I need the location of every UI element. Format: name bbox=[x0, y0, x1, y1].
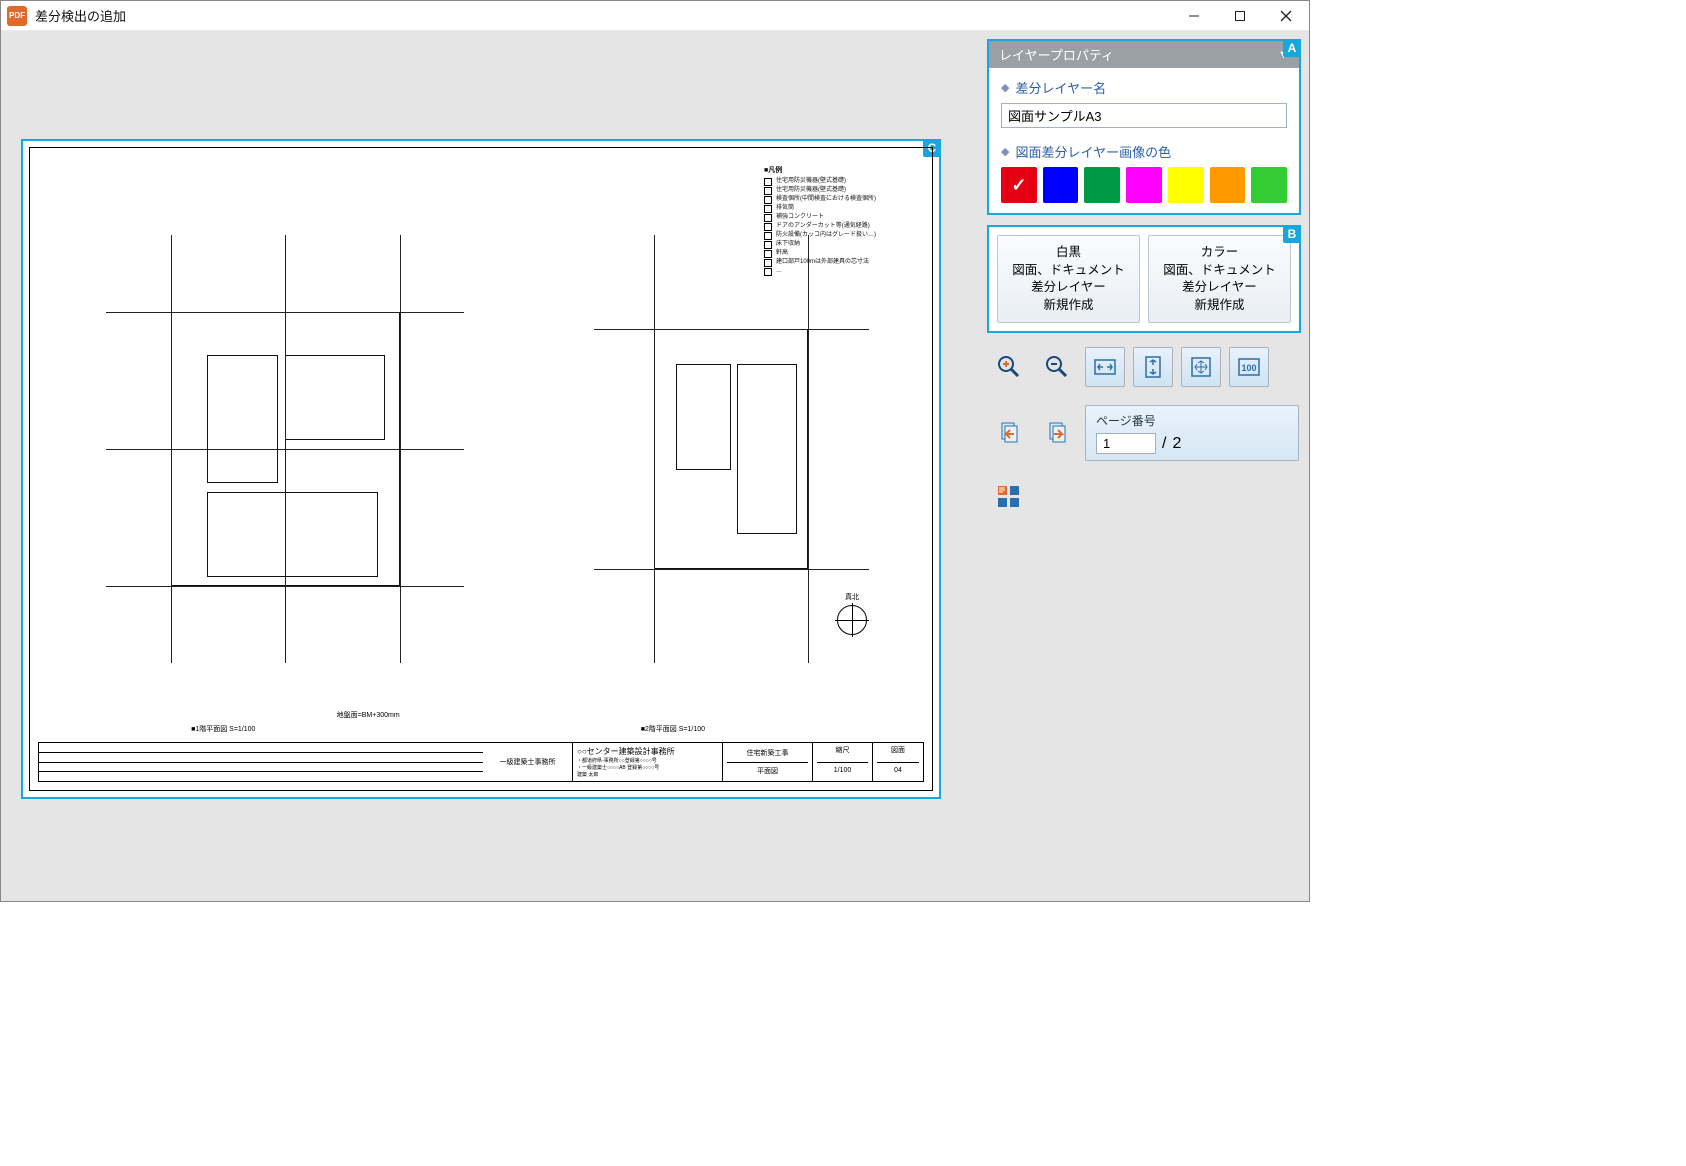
ground-note: 地盤面=BM+300mm bbox=[337, 710, 400, 720]
compass: 真北 bbox=[832, 600, 872, 640]
document-page: C ■凡例 住宅用防災機器(壁式基礎)住宅用防災機器(壁式基礎)検査個所(中間検… bbox=[21, 139, 941, 799]
page-nav: ページ番号 / 2 bbox=[987, 401, 1301, 465]
titlebar: PDF 差分検出の追加 bbox=[1, 1, 1309, 31]
color-swatch[interactable] bbox=[1126, 167, 1162, 203]
tb-drawing: 平面図 bbox=[727, 762, 808, 780]
color-swatch[interactable] bbox=[1168, 167, 1204, 203]
zoom-out-button[interactable] bbox=[1037, 347, 1077, 387]
page-separator: / bbox=[1162, 435, 1166, 453]
layer-properties-panel: A レイヤープロパティ ▼ ◆ 差分レイヤー名 ◆ 図面差分レイヤー画像の色 bbox=[987, 39, 1301, 215]
annotation-badge-b: B bbox=[1283, 225, 1301, 243]
color-swatch[interactable] bbox=[1001, 167, 1037, 203]
floor-plan-2: ■2階平面図 S=1/100 真北 bbox=[550, 168, 912, 730]
thumbnail-view-button[interactable] bbox=[989, 479, 1029, 519]
panel-header[interactable]: レイヤープロパティ ▼ bbox=[989, 41, 1299, 68]
page-border: ■凡例 住宅用防災機器(壁式基礎)住宅用防災機器(壁式基礎)検査個所(中間検査に… bbox=[29, 147, 933, 791]
tb-sheet-value: 04 bbox=[877, 762, 919, 780]
tb-office-name: ○○センター建築設計事務所 ・都道府県-事務所○○登録第○○○○号 ・一級建築士… bbox=[573, 743, 723, 781]
color-swatches bbox=[1001, 167, 1287, 203]
layer-name-label: ◆ 差分レイヤー名 bbox=[1001, 78, 1287, 97]
plan2-caption: ■2階平面図 S=1/100 bbox=[641, 724, 705, 734]
close-button[interactable] bbox=[1263, 1, 1309, 31]
page-total: 2 bbox=[1172, 435, 1181, 453]
tb-project: 住宅新築工事 bbox=[747, 745, 789, 762]
app-body: C ■凡例 住宅用防災機器(壁式基礎)住宅用防災機器(壁式基礎)検査個所(中間検… bbox=[1, 31, 1309, 901]
annotation-badge-a: A bbox=[1283, 39, 1301, 57]
layer-color-label: ◆ 図面差分レイヤー画像の色 bbox=[1001, 142, 1287, 161]
titleblock: 一級建築士事務所 ○○センター建築設計事務所 ・都道府県-事務所○○登録第○○○… bbox=[38, 742, 924, 782]
tb-scale-label: 縮尺 bbox=[836, 745, 850, 762]
fit-page-button[interactable] bbox=[1181, 347, 1221, 387]
app-window: PDF 差分検出の追加 C ■凡例 住宅用防災機器(壁式基礎)住宅用防災機器(壁… bbox=[0, 0, 1310, 902]
svg-text:100: 100 bbox=[1241, 363, 1256, 373]
drawings: ■1階平面図 S=1/100 bbox=[50, 168, 912, 730]
color-swatch[interactable] bbox=[1210, 167, 1246, 203]
color-swatch[interactable] bbox=[1043, 167, 1079, 203]
fit-height-button[interactable] bbox=[1133, 347, 1173, 387]
layer-name-input[interactable] bbox=[1001, 103, 1287, 128]
color-swatch[interactable] bbox=[1251, 167, 1287, 203]
diamond-icon: ◆ bbox=[1001, 145, 1009, 158]
page-number-input[interactable] bbox=[1096, 433, 1156, 454]
canvas-area[interactable]: C ■凡例 住宅用防災機器(壁式基礎)住宅用防災機器(壁式基礎)検査個所(中間検… bbox=[1, 31, 979, 901]
diamond-icon: ◆ bbox=[1001, 81, 1009, 94]
create-bw-layer-button[interactable]: 白黒 図面、ドキュメント 差分レイヤー 新規作成 bbox=[997, 235, 1140, 323]
floor-plan-1: ■1階平面図 S=1/100 bbox=[50, 168, 520, 730]
zoom-tools: 100 bbox=[987, 343, 1301, 391]
page-number-box: ページ番号 / 2 bbox=[1085, 405, 1299, 461]
zoom-100-button[interactable]: 100 bbox=[1229, 347, 1269, 387]
page-number-label: ページ番号 bbox=[1096, 412, 1288, 429]
create-color-layer-button[interactable]: カラー 図面、ドキュメント 差分レイヤー 新規作成 bbox=[1148, 235, 1291, 323]
tb-office-label: 一級建築士事務所 bbox=[483, 743, 573, 781]
color-swatch[interactable] bbox=[1084, 167, 1120, 203]
app-icon: PDF bbox=[7, 6, 27, 26]
window-controls bbox=[1171, 1, 1309, 31]
zoom-in-button[interactable] bbox=[989, 347, 1029, 387]
maximize-button[interactable] bbox=[1217, 1, 1263, 31]
tb-sheet-label: 図面 bbox=[891, 745, 905, 762]
minimize-button[interactable] bbox=[1171, 1, 1217, 31]
create-layer-panel: B 白黒 図面、ドキュメント 差分レイヤー 新規作成 カラー 図面、ドキュメント… bbox=[987, 225, 1301, 333]
panel-header-title: レイヤープロパティ bbox=[999, 45, 1114, 64]
fit-width-button[interactable] bbox=[1085, 347, 1125, 387]
tb-scale-value: 1/100 bbox=[817, 762, 868, 780]
window-title: 差分検出の追加 bbox=[35, 6, 126, 25]
sidebar: A レイヤープロパティ ▼ ◆ 差分レイヤー名 ◆ 図面差分レイヤー画像の色 bbox=[979, 31, 1309, 901]
plan1-caption: ■1階平面図 S=1/100 bbox=[191, 724, 255, 734]
compass-label: 真北 bbox=[832, 592, 872, 602]
thumbnail-tools bbox=[987, 475, 1301, 523]
next-page-button[interactable] bbox=[1037, 413, 1077, 453]
prev-page-button[interactable] bbox=[989, 413, 1029, 453]
